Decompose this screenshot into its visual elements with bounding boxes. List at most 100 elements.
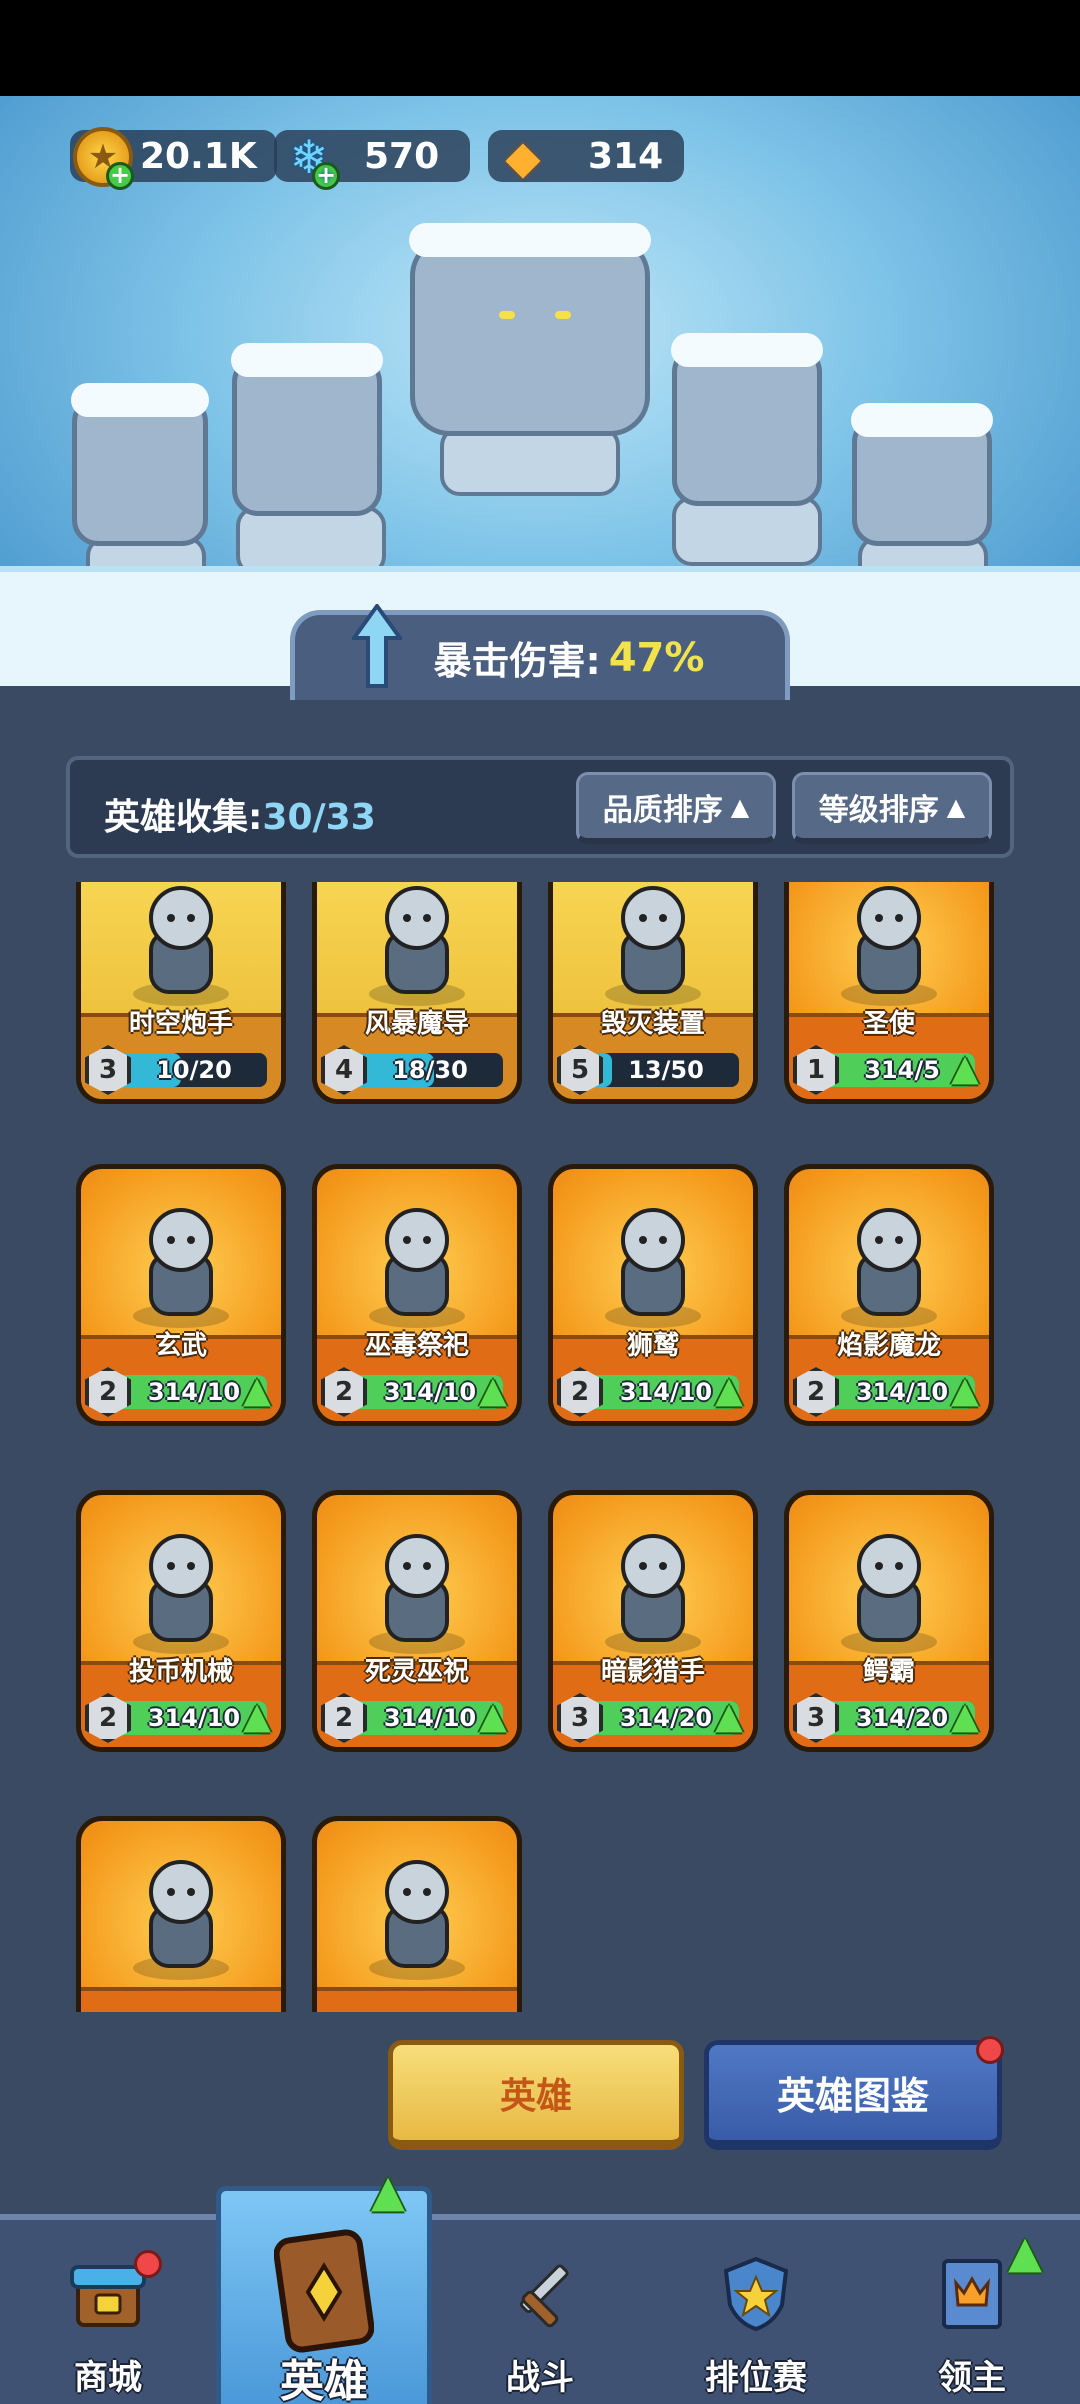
- hero-name: 暗影猎手: [600, 1657, 705, 1687]
- add-gold-icon[interactable]: +: [106, 162, 134, 190]
- crit-up-arrow-icon: [352, 604, 402, 688]
- status-bar: [0, 0, 1080, 96]
- hero-portrait: [111, 882, 251, 1019]
- goblin-statue: [71, 383, 209, 546]
- lord-upgrade-arrow-icon: ▲: [1008, 2227, 1042, 2278]
- upgrade-arrow-icon: ▲: [951, 1370, 979, 1411]
- hero-card[interactable]: 毁灭装置 13/50 5: [548, 882, 758, 1104]
- nav-lord[interactable]: 领主 ▲: [864, 2220, 1080, 2404]
- hero-name: 风暴魔导: [364, 1009, 469, 1039]
- hero-grid: 时空炮手 10/20 3 风暴魔导 18/30 4 毁灭装置 13/50 5 圣使 314/5 1 ▲ 玄…: [0, 882, 1080, 2012]
- hero-name: 狮鹫: [626, 1331, 679, 1361]
- hero-portrait: [583, 1191, 723, 1341]
- hero-card[interactable]: 焰影魔龙 314/10 2 ▲: [784, 1164, 994, 1426]
- hero-name: 焰影魔龙: [836, 1331, 941, 1361]
- upgrade-arrow-icon: ▲: [479, 1370, 507, 1411]
- nav-battle[interactable]: 战斗: [432, 2220, 648, 2404]
- hero-portrait: [111, 1517, 251, 1667]
- nav-ranked[interactable]: 排位赛: [648, 2220, 864, 2404]
- hero-card[interactable]: [76, 1816, 286, 2012]
- bottom-nav: 商城 英雄 ▲ 战斗 排位赛 领主 ▲: [0, 2169, 1080, 2404]
- hero-card-icon: [269, 2221, 379, 2361]
- hero-portrait: [819, 1517, 959, 1667]
- hero-codex-button[interactable]: 英雄图鉴: [704, 2040, 1002, 2150]
- progress-text: 13/50: [628, 1056, 704, 1084]
- hero-card[interactable]: 死灵巫祝 314/10 2 ▲: [312, 1490, 522, 1752]
- hero-card[interactable]: 鳄霸 314/20 3 ▲: [784, 1490, 994, 1752]
- hero-card[interactable]: 投币机械 314/10 2 ▲: [76, 1490, 286, 1752]
- hero-card[interactable]: 狮鹫 314/10 2 ▲: [548, 1164, 758, 1426]
- hero-card[interactable]: 玄武 314/10 2 ▲: [76, 1164, 286, 1426]
- gold-value: 20.1K: [140, 135, 257, 177]
- machine-statue: [851, 403, 993, 546]
- hero-portrait: [819, 882, 959, 1019]
- ranked-shield-icon: [711, 2248, 801, 2338]
- upgrade-arrow-icon: ▲: [951, 1048, 979, 1089]
- hero-upgrade-arrow-icon: ▲: [371, 2166, 405, 2217]
- gold-currency[interactable]: ★ + 20.1K: [70, 126, 277, 190]
- hero-portrait: [111, 1843, 251, 1993]
- crit-damage-value: 47%: [608, 634, 705, 681]
- collection-count: 30/33: [262, 797, 376, 838]
- nav-battle-label: 战斗: [506, 2358, 574, 2398]
- gem-value: 570: [364, 135, 440, 177]
- upgrade-arrow-icon: ▲: [715, 1370, 743, 1411]
- hero-tab-button[interactable]: 英雄: [388, 2040, 684, 2150]
- codex-notification-dot: [976, 2036, 1004, 2064]
- hero-portrait: [819, 1191, 959, 1341]
- hero-portrait: [347, 1517, 487, 1667]
- hero-card[interactable]: 风暴魔导 18/30 4: [312, 882, 522, 1104]
- hero-portrait: [347, 1843, 487, 1993]
- upgrade-arrow-icon: ▲: [479, 1696, 507, 1737]
- hero-name: 时空炮手: [128, 1009, 233, 1039]
- collection-bar: 英雄收集:30/33 品质排序 ▲ 等级排序 ▲: [66, 756, 1014, 858]
- nav-shop-label: 商城: [74, 2358, 142, 2398]
- hero-portrait: [347, 1191, 487, 1341]
- hero-portrait: [583, 1517, 723, 1667]
- sort-quality-button[interactable]: 品质排序 ▲: [576, 772, 776, 844]
- crystal-currency: ◆ 314: [488, 126, 684, 186]
- upgrade-arrow-icon: ▲: [715, 1696, 743, 1737]
- add-gem-icon[interactable]: +: [312, 162, 340, 190]
- hero-portrait: [111, 1191, 251, 1341]
- hero-name: 巫毒祭祀: [364, 1331, 469, 1361]
- gold-coin-icon: ★ +: [68, 122, 138, 192]
- sort-level-button[interactable]: 等级排序 ▲: [792, 772, 992, 844]
- crystal-value: 314: [588, 135, 664, 177]
- game-screen: ★ + 20.1K ❄ + 570 ◆ 314 暴击伤害: 47% 英雄收集:3…: [0, 0, 1080, 2404]
- sort-quality-label: 品质排序: [602, 792, 723, 828]
- hero-name: 毁灭装置: [600, 1009, 705, 1039]
- griffin-statue: [231, 343, 383, 516]
- upgrade-arrow-icon: ▲: [951, 1696, 979, 1737]
- collection-label: 英雄收集:30/33: [104, 797, 376, 838]
- hero-card[interactable]: 圣使 314/5 1 ▲: [784, 882, 994, 1104]
- nav-lord-label: 领主: [938, 2358, 1006, 2398]
- hero-card[interactable]: [312, 1816, 522, 2012]
- hero-portrait: [583, 882, 723, 1019]
- nav-shop[interactable]: 商城: [0, 2220, 216, 2404]
- dragon-statue: [409, 223, 651, 436]
- triangle-up-icon: ▲: [946, 792, 966, 821]
- hero-card[interactable]: 巫毒祭祀 314/10 2 ▲: [312, 1164, 522, 1426]
- gem-currency[interactable]: ❄ + 570: [274, 126, 470, 190]
- hero-portrait: [347, 882, 487, 1019]
- nav-hero[interactable]: 英雄 ▲: [216, 2169, 432, 2404]
- hero-card[interactable]: 暗影猎手 314/20 3 ▲: [548, 1490, 758, 1752]
- hero-name: 投币机械: [128, 1657, 233, 1687]
- triangle-up-icon: ▲: [730, 792, 750, 821]
- sort-level-label: 等级排序: [818, 792, 939, 828]
- hero-name: 死灵巫祝: [364, 1657, 469, 1687]
- progress-text: 18/30: [392, 1056, 468, 1084]
- hooded-statue: [671, 333, 823, 506]
- statue-pedestal: [672, 496, 822, 566]
- crit-damage-label: 暴击伤害:: [433, 639, 601, 683]
- upgrade-arrow-icon: ▲: [243, 1370, 271, 1411]
- hero-name: 鳄霸: [862, 1657, 915, 1687]
- progress-text: 10/20: [156, 1056, 232, 1084]
- hero-name: 玄武: [154, 1331, 207, 1361]
- battle-icon: [495, 2248, 585, 2338]
- hero-card[interactable]: 时空炮手 10/20 3: [76, 882, 286, 1104]
- nav-hero-label: 英雄: [280, 2356, 368, 2404]
- nav-ranked-label: 排位赛: [705, 2358, 807, 2398]
- statue-pedestal: [440, 426, 620, 496]
